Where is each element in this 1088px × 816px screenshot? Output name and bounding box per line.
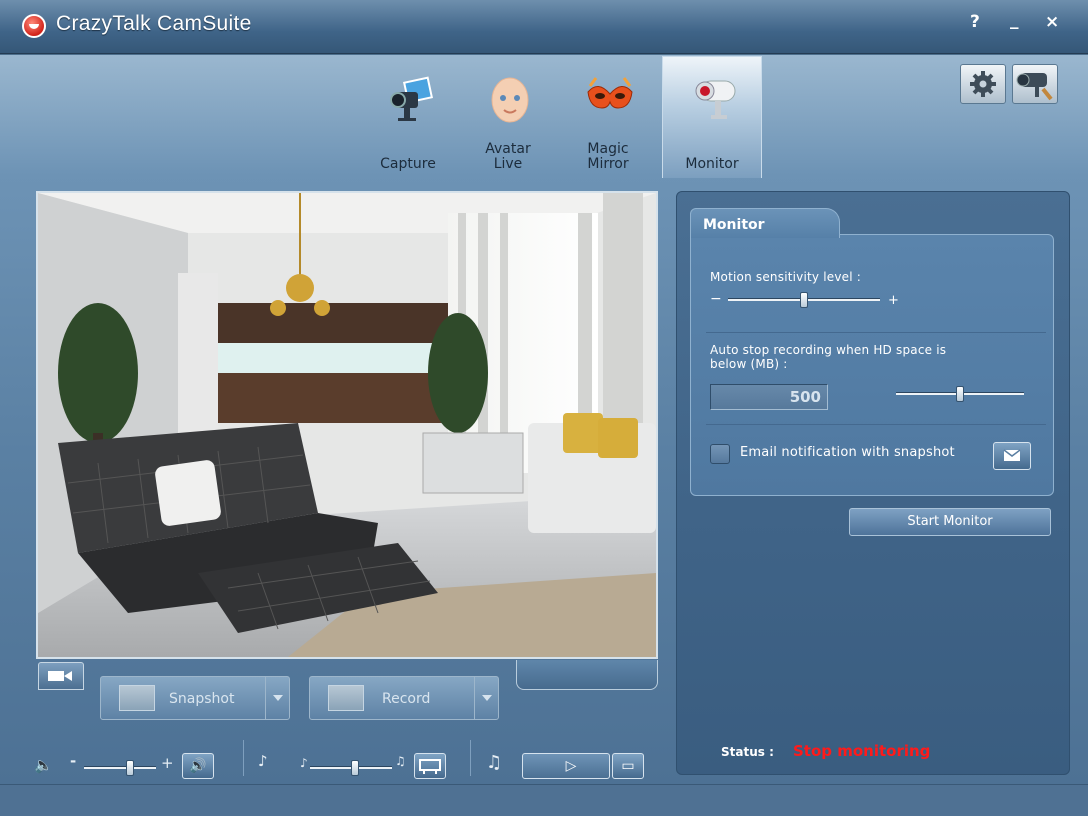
- status-bar: [0, 784, 1088, 816]
- minimize-button[interactable]: _: [1010, 10, 1019, 30]
- music-note-icon: ♫: [486, 752, 503, 773]
- pitch-slider-knob[interactable]: [351, 760, 359, 776]
- volume-slider[interactable]: [84, 760, 156, 776]
- play-icon: ▷: [565, 758, 577, 774]
- volume-slider-knob[interactable]: [126, 760, 134, 776]
- camera-preview: [36, 191, 658, 659]
- pitch-slider[interactable]: [310, 760, 392, 776]
- living-room-preview-image: [38, 193, 656, 657]
- start-monitor-button[interactable]: Start Monitor: [849, 508, 1051, 536]
- snapshot-label: Snapshot: [169, 691, 235, 707]
- sensitivity-slider[interactable]: [728, 292, 880, 308]
- open-music-file-button[interactable]: ▭: [612, 753, 644, 779]
- tab-monitor-label: Monitor: [685, 156, 739, 172]
- record-button[interactable]: Record: [309, 676, 499, 720]
- pitch-low-icon: ♪: [300, 756, 308, 770]
- tab-capture[interactable]: Capture: [358, 56, 458, 178]
- email-notification-label: Email notification with snapshot: [740, 445, 955, 460]
- mask-icon: [587, 77, 633, 109]
- snapshot-dropdown-arrow[interactable]: [265, 677, 289, 719]
- app-logo-icon: [22, 14, 46, 38]
- envelope-icon: [1003, 449, 1021, 461]
- tab-avatar-live[interactable]: Avatar Live: [458, 56, 558, 178]
- play-music-button[interactable]: ▷: [522, 753, 610, 779]
- pitch-high-icon: ♫: [395, 754, 406, 768]
- snapshot-button[interactable]: Snapshot: [100, 676, 290, 720]
- video-camera-icon: [48, 671, 72, 681]
- volume-minus: -: [70, 752, 77, 770]
- sensitivity-label: Motion sensitivity level :: [710, 270, 862, 284]
- baby-face-icon: [491, 77, 529, 123]
- record-dropdown-arrow[interactable]: [474, 677, 498, 719]
- tab-avatar-live-label: Avatar Live: [485, 141, 531, 172]
- title-bar: CrazyTalk CamSuite ? _ ×: [0, 0, 1088, 54]
- monitor-panel-tab[interactable]: Monitor: [690, 208, 840, 238]
- autostop-label: Auto stop recording when HD space is belo…: [710, 343, 947, 371]
- email-notification-checkbox[interactable]: [710, 444, 730, 464]
- status-value: Stop monitoring: [793, 742, 931, 760]
- camera-settings-icon: [1016, 73, 1053, 101]
- sensitivity-slider-knob[interactable]: [800, 292, 808, 308]
- hd-space-slider[interactable]: [896, 386, 1024, 402]
- speaker-icon: 🔈: [34, 756, 53, 774]
- gear-icon: [970, 71, 996, 97]
- tab-capture-label: Capture: [380, 156, 436, 172]
- sensitivity-plus: +: [888, 293, 900, 308]
- tab-magic-mirror[interactable]: Magic Mirror: [558, 56, 658, 178]
- voice-effect-icon: ♪: [258, 752, 268, 770]
- voice-morph-button[interactable]: [414, 753, 446, 779]
- equalizer-icon: [419, 759, 441, 774]
- camera-settings-button[interactable]: [1012, 64, 1058, 104]
- folder-icon: ▭: [621, 758, 635, 774]
- close-button[interactable]: ×: [1045, 12, 1059, 32]
- email-settings-button[interactable]: [993, 442, 1031, 470]
- record-label: Record: [382, 691, 431, 707]
- camera-source-tab[interactable]: [38, 662, 84, 690]
- record-thumbnail-icon: [328, 685, 364, 711]
- snapshot-thumbnail-icon: [119, 685, 155, 711]
- status-label: Status :: [721, 745, 774, 759]
- security-camera-icon: [695, 80, 736, 119]
- window-title: CrazyTalk CamSuite: [56, 12, 252, 35]
- tab-magic-mirror-label: Magic Mirror: [587, 141, 629, 172]
- video-tab-strip: [516, 660, 658, 690]
- speaker-button-icon: 🔊: [189, 758, 207, 774]
- hd-space-slider-knob[interactable]: [956, 386, 964, 402]
- mute-button[interactable]: 🔊: [182, 753, 214, 779]
- tab-monitor[interactable]: Monitor: [662, 56, 762, 178]
- settings-button[interactable]: [960, 64, 1006, 104]
- help-button[interactable]: ?: [970, 12, 980, 32]
- camera-icon: [390, 76, 434, 121]
- volume-plus: +: [161, 754, 174, 772]
- sensitivity-minus: −: [710, 291, 722, 307]
- hd-space-input[interactable]: 500: [710, 384, 828, 410]
